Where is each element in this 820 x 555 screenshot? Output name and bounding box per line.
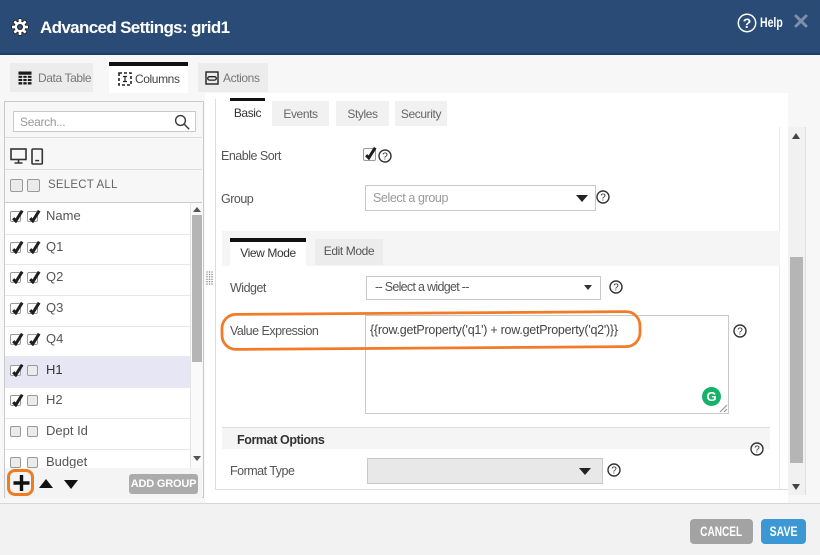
svg-text:?: ? — [613, 283, 619, 294]
svg-text:?: ? — [743, 15, 752, 31]
svg-text:?: ? — [611, 466, 617, 477]
svg-text:?: ? — [382, 152, 388, 163]
svg-text:?: ? — [737, 327, 743, 338]
svg-text:?: ? — [600, 193, 606, 204]
svg-text:?: ? — [754, 445, 760, 456]
